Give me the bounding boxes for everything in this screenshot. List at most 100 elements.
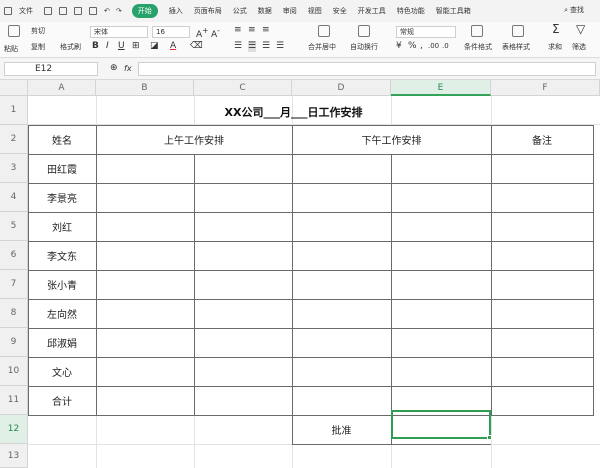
tab-data[interactable]: 数据 <box>258 6 272 16</box>
tab-home[interactable]: 开始 <box>131 4 158 18</box>
font-color-icon[interactable]: A <box>170 41 176 52</box>
tab-insert[interactable]: 插入 <box>169 6 183 16</box>
tab-formulas[interactable]: 公式 <box>233 6 247 16</box>
search-box[interactable]: ⌕ 查找 <box>564 5 584 15</box>
align-center-icon[interactable]: ☰ <box>248 41 257 52</box>
name-cell[interactable]: 刘红 <box>28 219 96 234</box>
redo-icon[interactable]: ↷ <box>116 7 122 15</box>
align-right-icon[interactable]: ☰ <box>262 41 270 52</box>
row-header-8[interactable]: 8 <box>0 299 28 328</box>
tab-page-layout[interactable]: 页面布局 <box>194 6 222 16</box>
search-icon: ⌕ <box>564 5 568 14</box>
selected-cell-e12[interactable] <box>391 410 491 439</box>
increase-font-icon[interactable]: A+ <box>196 25 208 41</box>
column-header-a[interactable]: A <box>28 80 96 96</box>
conditional-format-icon[interactable] <box>471 25 483 37</box>
column-header-c[interactable]: C <box>194 80 292 96</box>
bold-icon[interactable]: B <box>92 41 99 52</box>
format-painter-button[interactable]: 格式刷 <box>60 42 81 52</box>
name-cell[interactable]: 邱淑娟 <box>28 335 96 350</box>
approve-label[interactable]: 批准 <box>292 422 391 437</box>
fill-handle[interactable] <box>487 435 492 440</box>
font-name-select[interactable]: 宋体 <box>90 26 148 38</box>
print-preview-icon[interactable] <box>89 7 97 15</box>
export-pdf-icon[interactable] <box>59 7 67 15</box>
tab-security[interactable]: 安全 <box>333 6 347 16</box>
align-top-icon[interactable]: ≡ <box>234 25 242 36</box>
header-name: 姓名 <box>52 136 72 147</box>
formula-input[interactable] <box>138 62 596 76</box>
copy-button[interactable]: 复制 <box>31 42 45 52</box>
column-header-e[interactable]: E <box>391 80 491 96</box>
ribbon-toolbar: 粘贴 剪切 复制 格式刷 宋体 16 A+ A- B I U ⊞ ◪ A ⌫ ≡… <box>0 22 600 58</box>
total-cell[interactable]: 合计 <box>28 393 96 408</box>
clear-format-icon[interactable]: ⌫ <box>190 41 203 52</box>
tab-features[interactable]: 特色功能 <box>397 6 425 16</box>
fill-color-icon[interactable]: ◪ <box>150 41 159 52</box>
name-cell[interactable]: 李文东 <box>28 248 96 263</box>
wrap-text-icon[interactable] <box>358 25 370 37</box>
row-header-13[interactable]: 13 <box>0 444 28 468</box>
tab-smart-toolbox[interactable]: 智能工具箱 <box>436 6 471 16</box>
name-box[interactable]: E12 <box>4 62 98 76</box>
row-header-1[interactable]: 1 <box>0 96 28 125</box>
row-header-9[interactable]: 9 <box>0 328 28 357</box>
undo-icon[interactable]: ↶ <box>104 7 110 15</box>
decrease-font-icon[interactable]: A- <box>211 25 220 41</box>
currency-icon[interactable]: ¥ <box>396 41 402 52</box>
row-header-4[interactable]: 4 <box>0 183 28 212</box>
row-header-2[interactable]: 2 <box>0 125 28 154</box>
row-header-10[interactable]: 10 <box>0 357 28 386</box>
row-header-6[interactable]: 6 <box>0 241 28 270</box>
wrap-text-button[interactable]: 自动换行 <box>350 42 378 52</box>
column-header-b[interactable]: B <box>96 80 194 96</box>
row-header-5[interactable]: 5 <box>0 212 28 241</box>
thousands-icon[interactable]: , <box>420 41 423 52</box>
name-cell[interactable]: 田红霞 <box>28 161 96 176</box>
decrease-decimal-icon[interactable]: .0 <box>442 41 449 52</box>
name-cell[interactable]: 文心 <box>28 364 96 379</box>
row-header-12[interactable]: 12 <box>0 415 28 444</box>
table-style-icon[interactable] <box>512 25 524 37</box>
font-size-select[interactable]: 16 <box>152 26 190 38</box>
row-header-7[interactable]: 7 <box>0 270 28 299</box>
fx-label[interactable]: fx <box>124 63 132 74</box>
tab-view[interactable]: 视图 <box>308 6 322 16</box>
zoom-icon[interactable]: ⊕ <box>110 63 118 74</box>
column-header-d[interactable]: D <box>292 80 391 96</box>
paste-button[interactable]: 粘贴 <box>4 44 18 54</box>
row-header-11[interactable]: 11 <box>0 386 28 415</box>
sum-icon[interactable]: Σ <box>552 23 560 35</box>
percent-icon[interactable]: % <box>408 41 417 52</box>
underline-icon[interactable]: U <box>118 41 125 52</box>
menu-icon[interactable] <box>4 7 12 15</box>
save-icon[interactable] <box>44 7 52 15</box>
border-icon[interactable]: ⊞ <box>132 41 140 52</box>
align-middle-icon[interactable]: ≡ <box>248 25 256 36</box>
conditional-format-button[interactable]: 条件格式 <box>464 42 492 52</box>
justify-icon[interactable]: ☰ <box>276 41 284 52</box>
italic-icon[interactable]: I <box>106 41 109 52</box>
number-format-select[interactable]: 常规 <box>396 26 456 38</box>
filter-button[interactable]: 筛选 <box>572 42 586 52</box>
print-icon[interactable] <box>74 7 82 15</box>
name-cell[interactable]: 左向然 <box>28 306 96 321</box>
align-bottom-icon[interactable]: ≡ <box>262 25 270 36</box>
table-style-button[interactable]: 表格样式 <box>502 42 530 52</box>
tab-review[interactable]: 审阅 <box>283 6 297 16</box>
paste-icon[interactable] <box>8 25 20 37</box>
increase-decimal-icon[interactable]: .00 <box>428 41 439 52</box>
sum-button[interactable]: 求和 <box>548 42 562 52</box>
tab-developer[interactable]: 开发工具 <box>358 6 386 16</box>
merge-center-button[interactable]: 合并居中 <box>308 42 336 52</box>
filter-icon[interactable]: ▽ <box>576 23 585 35</box>
name-cell[interactable]: 张小青 <box>28 277 96 292</box>
file-menu[interactable]: 文件 <box>19 6 33 16</box>
cut-button[interactable]: 剪切 <box>31 26 45 36</box>
align-left-icon[interactable]: ☰ <box>234 41 242 52</box>
column-header-f[interactable]: F <box>491 80 600 96</box>
row-header-3[interactable]: 3 <box>0 154 28 183</box>
merge-center-icon[interactable] <box>318 25 330 37</box>
name-cell[interactable]: 李景亮 <box>28 190 96 205</box>
corner-select-all[interactable] <box>0 80 28 96</box>
